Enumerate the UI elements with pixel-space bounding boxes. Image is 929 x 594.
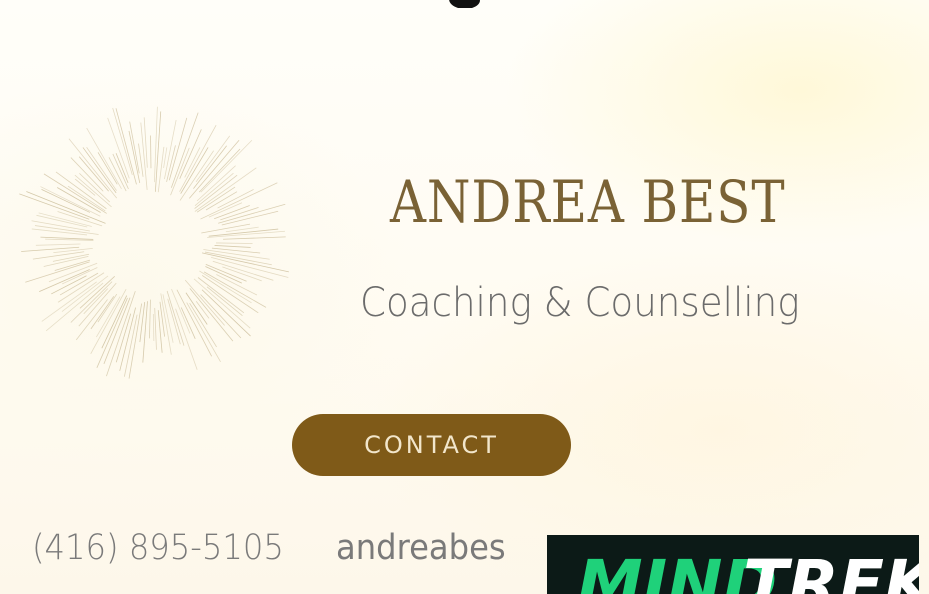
- sunburst-icon: [19, 106, 289, 379]
- mindtrek-watermark: MIND TREK: [547, 535, 919, 594]
- mindtrek-logo-part2: TREK: [743, 546, 919, 594]
- cropped-heading-fragment: [449, 0, 480, 8]
- brand-tagline: Coaching & Counselling: [360, 280, 800, 326]
- mindtrek-logo: MIND TREK: [577, 546, 919, 594]
- phone-number[interactable]: (416) 895-5105: [32, 528, 284, 568]
- email-address[interactable]: andreabes: [336, 528, 506, 568]
- brand-name: ANDREA BEST: [390, 168, 786, 236]
- contact-button-label: CONTACT: [364, 431, 499, 459]
- contact-button[interactable]: CONTACT: [292, 414, 571, 476]
